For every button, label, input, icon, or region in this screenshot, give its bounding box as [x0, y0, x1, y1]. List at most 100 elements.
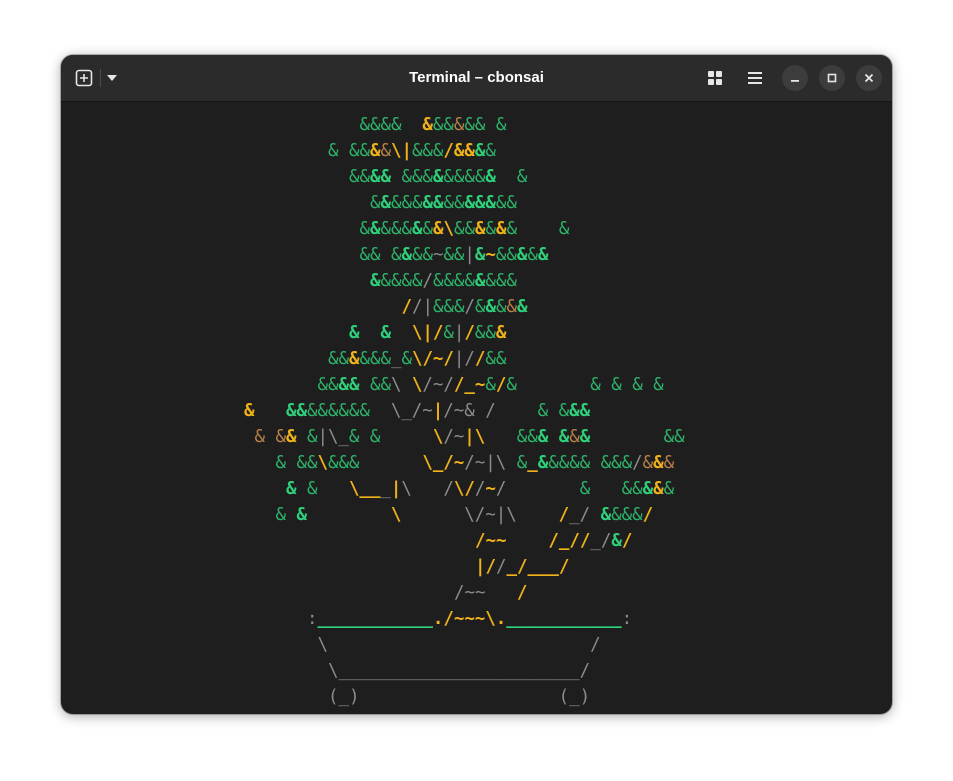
bonsai-segment: & — [506, 297, 517, 317]
bonsai-segment: |\ — [464, 427, 517, 447]
bonsai-segment: & — [485, 375, 496, 395]
bonsai-segment: /~ — [443, 427, 465, 447]
bonsai-segment: &&& — [611, 505, 643, 525]
bonsai-segment: /~/ — [422, 375, 454, 395]
bonsai-segment: \/~|\ — [464, 505, 559, 525]
bonsai-segment: && & — [464, 115, 507, 135]
bonsai-segment: / — [495, 479, 580, 499]
bonsai-segment: |/ — [475, 557, 496, 577]
bonsai-segment: & — [569, 427, 580, 447]
bonsai-segment: & — [474, 271, 486, 291]
bonsai-segment: & — [579, 427, 591, 447]
minimize-icon — [791, 80, 799, 82]
bonsai-segment: && — [338, 375, 360, 395]
bonsai-segment: & — [527, 245, 538, 265]
bonsai-line: & & \|/&|/&&& — [349, 320, 506, 346]
bonsai-segment: & — [653, 453, 664, 473]
bonsai-segment: \ — [390, 375, 412, 395]
bonsai-segment: & — [432, 167, 444, 187]
bonsai-segment: & — [474, 245, 486, 265]
bonsai-segment: \/ — [453, 479, 475, 499]
bonsai-line: & &&\&&& \_/~/~|\ &_&&&&& &&&/&&& — [276, 450, 675, 476]
bonsai-segment: & — [411, 219, 423, 239]
bonsai-segment: _/ — [590, 531, 612, 551]
bonsai-segment: & — [296, 505, 391, 525]
bonsai-segment: | — [464, 245, 475, 265]
bonsai-segment: | — [432, 401, 444, 421]
bonsai-segment: && — [485, 349, 507, 369]
bonsai-segment: / — [621, 531, 633, 551]
bonsai-segment: && — [443, 245, 465, 265]
bonsai-segment: / — [474, 479, 486, 499]
bonsai-segment: & — [370, 193, 381, 213]
terminal-output[interactable]: &&&& &&&&&& & & &&&&\|&&&/&&&& &&&& &&&&&&… — [61, 102, 892, 714]
bonsai-segment: & & — [348, 427, 433, 447]
bonsai-line: & & \___|\ /\//~/ & &&&&& — [286, 476, 674, 502]
bonsai-segment: & — [380, 193, 392, 213]
bonsai-segment: & — [453, 115, 465, 135]
bonsai-segment: & — [474, 219, 486, 239]
bonsai-segment: &&& — [390, 167, 433, 187]
main-menu-button[interactable] — [742, 65, 768, 91]
bonsai-segment: \ — [411, 375, 423, 395]
bonsai-segment: /_~ — [453, 375, 486, 395]
bonsai-segment: / — [464, 323, 475, 343]
bonsai-line: && &&&&~&&|&~&&&&& — [360, 242, 549, 268]
bonsai-segment: \/~/ — [411, 349, 454, 369]
bonsai-segment: \ / — [317, 635, 601, 655]
bonsai-segment: && & — [359, 245, 402, 265]
maximize-button[interactable] — [819, 65, 845, 91]
bonsai-segment: / — [642, 505, 654, 525]
bonsai-segment: &&& — [391, 193, 423, 213]
grid-icon — [708, 71, 722, 85]
bonsai-segment: & — [275, 505, 297, 525]
bonsai-segment: & — [611, 531, 622, 551]
bonsai-segment: / — [401, 297, 413, 317]
bonsai-segment: & & & & & — [506, 375, 664, 395]
bonsai-line: & && &|\_& & \/~|\ &&& &&& && — [255, 424, 685, 450]
bonsai-segment: & — [495, 219, 507, 239]
bonsai-line: &&&& &&&&&&&&& & — [349, 164, 527, 190]
bonsai-segment: & — [422, 219, 433, 239]
bonsai-segment: / — [516, 583, 528, 603]
bonsai-segment: _ — [380, 479, 391, 499]
bonsai-line: :___________./~~~\.___________: — [307, 606, 632, 632]
bonsai-segment: / — [495, 375, 507, 395]
bonsai-segment: & — [370, 271, 381, 291]
bonsai-segment: && — [411, 245, 433, 265]
minimize-button[interactable] — [782, 65, 808, 91]
bonsai-segment: & — [495, 297, 507, 317]
bonsai-line: &&&&&&&&&&&&&& — [370, 190, 517, 216]
bonsai-line: /~~ /_//_/&/ — [475, 528, 632, 554]
bonsai-segment: && — [495, 193, 517, 213]
bonsai-segment: ___________ — [317, 609, 433, 629]
bonsai-segment: & && — [328, 141, 370, 161]
bonsai-segment: & — [474, 297, 486, 317]
bonsai-segment: && — [317, 375, 339, 395]
bonsai-line: (_) (_) — [318, 684, 590, 710]
bonsai-segment: ./~~~\. — [432, 609, 507, 629]
bonsai-line: &&&& &&&&&& & — [360, 112, 507, 138]
bonsai-segment: & — [516, 245, 528, 265]
bonsai-segment: /~~ — [454, 583, 517, 603]
bonsai-segment: & — [422, 115, 433, 135]
terminal-window: Terminal – cbonsai &&&& &&&&&& & & &&&&\… — [61, 55, 892, 714]
bonsai-segment: & — [370, 219, 381, 239]
bonsai-segment: & & — [537, 427, 570, 447]
bonsai-segment: /&& — [443, 141, 475, 161]
close-icon — [864, 73, 874, 83]
bonsai-segment: / — [464, 297, 475, 317]
close-button[interactable] — [856, 65, 882, 91]
bonsai-line: //|&&&/&&&&& — [402, 294, 528, 320]
bonsai-segment: &&& — [485, 271, 517, 291]
bonsai-line: &&&&&/&&&&&&&& — [370, 268, 517, 294]
bonsai-segment: & — [485, 141, 496, 161]
bonsai-segment: &&& — [327, 453, 423, 473]
tab-overview-button[interactable] — [702, 65, 728, 91]
bonsai-segment: &&& — [359, 349, 391, 369]
bonsai-segment: & — [485, 219, 496, 239]
bonsai-segment: & — [369, 141, 381, 161]
bonsai-segment: / — [495, 557, 507, 577]
bonsai-segment: && — [422, 193, 444, 213]
bonsai-segment: && — [590, 427, 685, 447]
